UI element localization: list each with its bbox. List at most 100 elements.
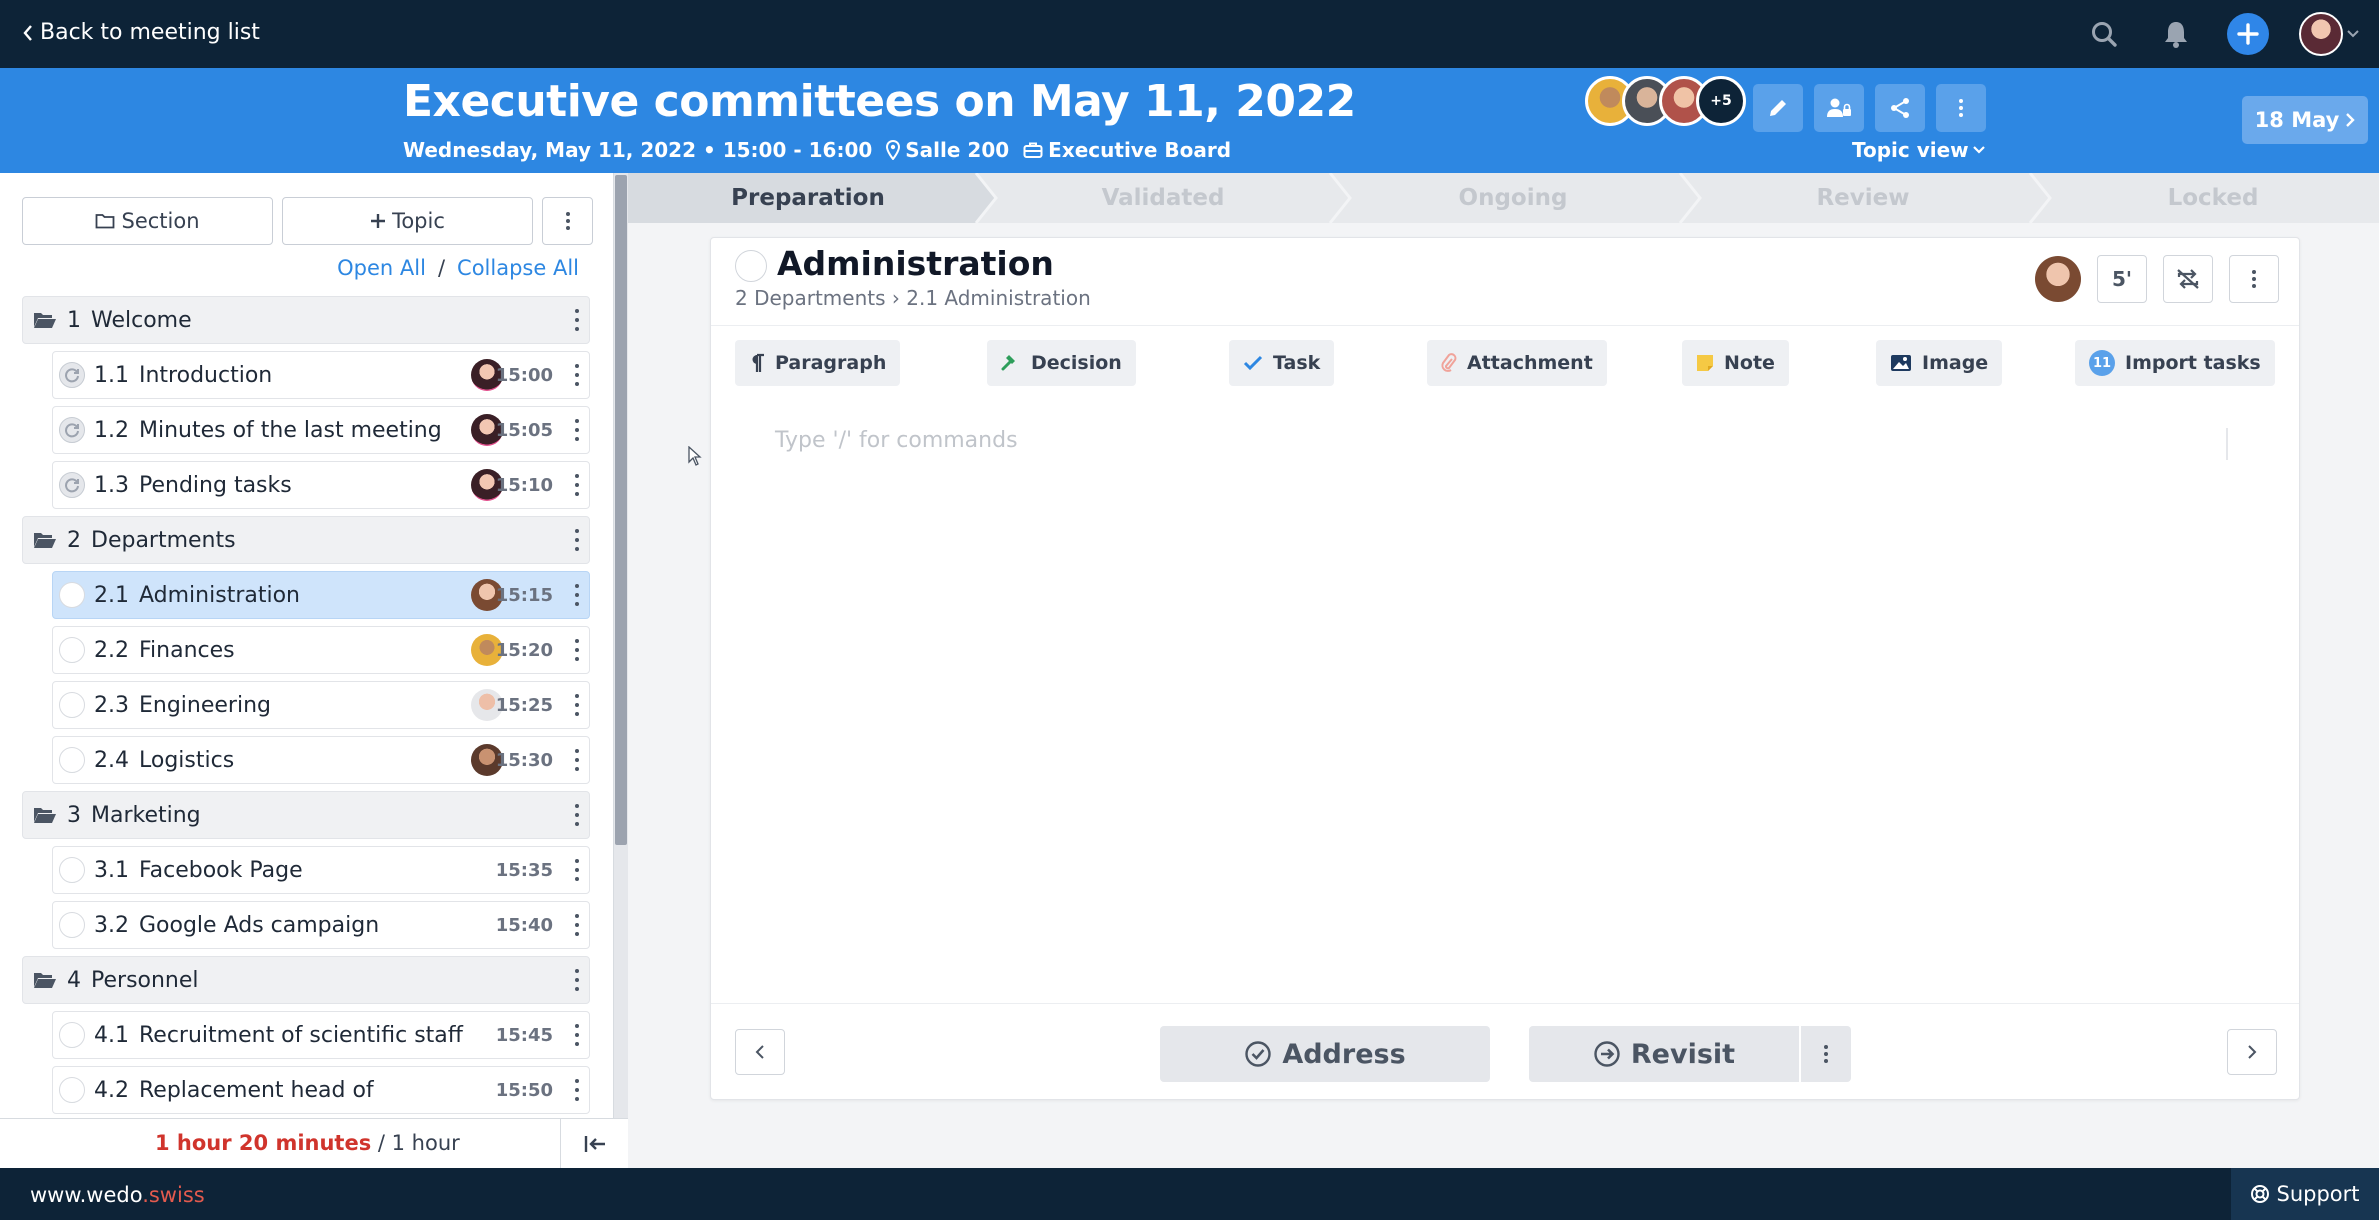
topic-row[interactable]: 1.1 Introduction 15:00	[52, 351, 590, 399]
topic-number: 3.1	[94, 857, 129, 883]
attachment-button[interactable]: Attachment	[1427, 340, 1607, 386]
topic-title: Facebook Page	[139, 857, 303, 883]
note-button[interactable]: Note	[1682, 340, 1789, 386]
next-meeting-button[interactable]: 18 May	[2242, 96, 2368, 144]
topic-status-checkbox[interactable]	[59, 1077, 85, 1103]
topic-status-checkbox[interactable]	[59, 747, 85, 773]
user-menu[interactable]	[2299, 12, 2359, 56]
topic-row[interactable]: 2.3 Engineering 15:25	[52, 681, 590, 729]
step-review[interactable]: Review	[1688, 173, 2038, 223]
back-to-meetings-link[interactable]: Back to meeting list	[22, 20, 260, 45]
row-menu-icon[interactable]	[573, 1024, 581, 1046]
image-button[interactable]: Image	[1876, 340, 2003, 386]
add-section-button[interactable]: Section	[22, 197, 273, 245]
task-button[interactable]: Task	[1229, 340, 1335, 386]
section-row[interactable]: 1 Welcome	[22, 296, 590, 344]
recurring-icon[interactable]	[59, 472, 85, 498]
topic-title: Logistics	[139, 747, 235, 773]
row-menu-icon[interactable]	[573, 1079, 581, 1101]
support-button[interactable]: Support	[2231, 1168, 2379, 1220]
topic-status-checkbox[interactable]	[59, 1022, 85, 1048]
bell-icon[interactable]	[2155, 13, 2197, 55]
step-locked[interactable]: Locked	[2038, 173, 2379, 223]
share-button[interactable]	[1875, 84, 1925, 132]
topic-row-selected[interactable]: 2.1 Administration 15:15	[52, 571, 590, 619]
sidebar-more-button[interactable]	[542, 197, 593, 245]
scrollbar-thumb[interactable]	[615, 175, 627, 845]
topic-title: Google Ads campaign	[139, 912, 380, 938]
no-repeat-button[interactable]	[2163, 255, 2213, 303]
folder-open-icon	[34, 973, 56, 988]
topic-row[interactable]: 3.1 Facebook Page 15:35	[52, 846, 590, 894]
topic-status-checkbox[interactable]	[59, 637, 85, 663]
topic-done-checkbox[interactable]	[735, 250, 767, 282]
row-menu-icon[interactable]	[573, 804, 581, 826]
row-menu-icon[interactable]	[573, 859, 581, 881]
step-validated[interactable]: Validated	[988, 173, 1338, 223]
breadcrumb[interactable]: 2 Departments › 2.1 Administration	[735, 286, 1091, 310]
topic-row[interactable]: 4.2 Replacement head of 15:50	[52, 1066, 590, 1114]
topic-number: 3.2	[94, 912, 129, 938]
row-menu-icon[interactable]	[573, 914, 581, 936]
section-row[interactable]: 3 Marketing	[22, 791, 590, 839]
recurring-icon[interactable]	[59, 362, 85, 388]
duration-button[interactable]: 5'	[2097, 255, 2147, 303]
row-menu-icon[interactable]	[573, 584, 581, 606]
revisit-more-button[interactable]	[1801, 1026, 1851, 1082]
topic-status-checkbox[interactable]	[59, 857, 85, 883]
participants[interactable]: +5	[1585, 76, 1746, 126]
row-menu-icon[interactable]	[573, 969, 581, 991]
import-tasks-button[interactable]: 11 Import tasks	[2075, 340, 2275, 386]
previous-topic-button[interactable]	[735, 1029, 785, 1075]
section-row[interactable]: 2 Departments	[22, 516, 590, 564]
topic-status-checkbox[interactable]	[59, 582, 85, 608]
topic-row[interactable]: 1.3 Pending tasks 15:10	[52, 461, 590, 509]
open-all-link[interactable]: Open All	[337, 256, 426, 280]
row-menu-icon[interactable]	[573, 639, 581, 661]
step-ongoing[interactable]: Ongoing	[1338, 173, 1688, 223]
topic-time: 15:50	[495, 1079, 553, 1101]
topic-row[interactable]: 1.2 Minutes of the last meeting 15:05	[52, 406, 590, 454]
view-selector[interactable]: Topic view	[1852, 138, 1985, 162]
topic-status-checkbox[interactable]	[59, 692, 85, 718]
section-title: Departments	[91, 527, 236, 553]
site-link[interactable]: www.wedo.swiss	[30, 1183, 205, 1207]
arrow-circle-right-icon	[1594, 1041, 1620, 1067]
topic-row[interactable]: 3.2 Google Ads campaign 15:40	[52, 901, 590, 949]
add-topic-button[interactable]: Topic	[282, 197, 533, 245]
step-preparation[interactable]: Preparation	[628, 173, 988, 223]
row-menu-icon[interactable]	[573, 419, 581, 441]
sidebar-scrollbar[interactable]	[614, 173, 628, 1168]
topic-status-checkbox[interactable]	[59, 912, 85, 938]
paragraph-button[interactable]: Paragraph	[735, 340, 901, 386]
presenter-avatar[interactable]	[2035, 256, 2081, 302]
manage-participants-button[interactable]	[1814, 84, 1864, 132]
recurring-icon[interactable]	[59, 417, 85, 443]
repeat-off-icon	[2177, 269, 2199, 289]
search-icon[interactable]	[2083, 13, 2125, 55]
row-menu-icon[interactable]	[573, 309, 581, 331]
edit-button[interactable]	[1753, 84, 1803, 132]
row-menu-icon[interactable]	[573, 474, 581, 496]
row-menu-icon[interactable]	[573, 749, 581, 771]
header-more-button[interactable]	[1936, 84, 1986, 132]
next-topic-button[interactable]	[2227, 1029, 2277, 1075]
section-row[interactable]: 4 Personnel	[22, 956, 590, 1004]
collapse-sidebar-button[interactable]	[560, 1119, 628, 1169]
decision-button[interactable]: Decision	[987, 340, 1136, 386]
topic-row[interactable]: 4.1 Recruitment of scientific staff 15:4…	[52, 1011, 590, 1059]
topic-title: Minutes of the last meeting	[139, 417, 442, 443]
topic-more-button[interactable]	[2229, 255, 2279, 303]
topic-row[interactable]: 2.4 Logistics 15:30	[52, 736, 590, 784]
revisit-button[interactable]: Revisit	[1529, 1026, 1799, 1082]
add-icon[interactable]	[2227, 13, 2269, 55]
address-button[interactable]: Address	[1160, 1026, 1490, 1082]
row-menu-icon[interactable]	[573, 364, 581, 386]
folder-open-icon	[34, 313, 56, 328]
collapse-all-link[interactable]: Collapse All	[457, 256, 579, 280]
topic-time: 15:45	[495, 1024, 553, 1046]
topic-row[interactable]: 2.2 Finances 15:20	[52, 626, 590, 674]
row-menu-icon[interactable]	[573, 529, 581, 551]
row-menu-icon[interactable]	[573, 694, 581, 716]
editor-input[interactable]: Type '/' for commands	[775, 428, 1018, 453]
